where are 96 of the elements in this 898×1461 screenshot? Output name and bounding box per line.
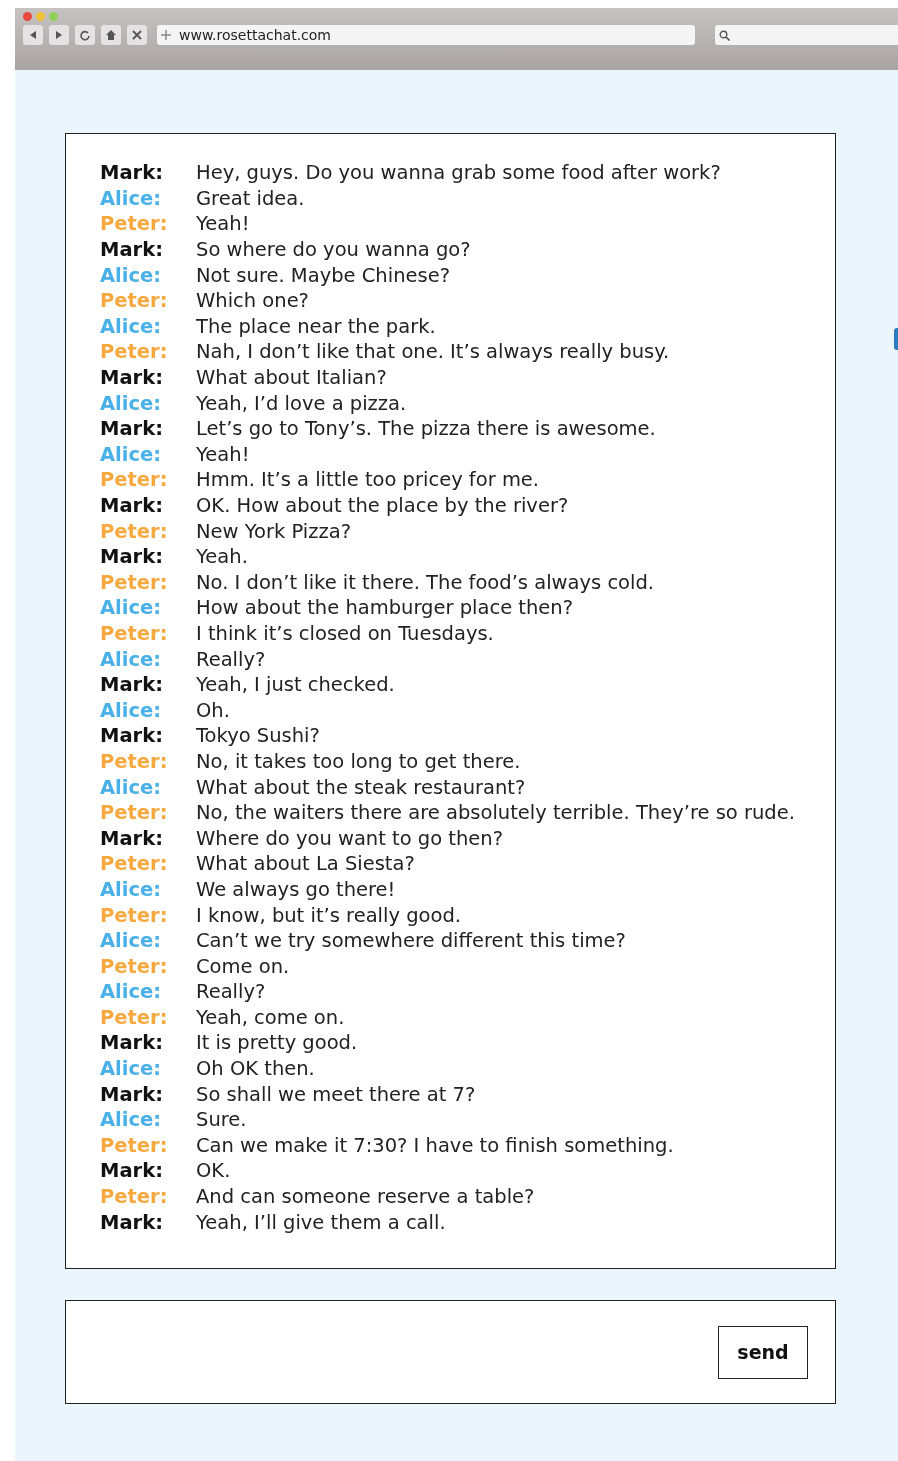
search-icon [719, 29, 730, 41]
forward-icon[interactable] [49, 25, 69, 45]
speaker-name: Alice: [100, 1108, 163, 1132]
speaker-name: Mark: [100, 826, 164, 850]
message-text: No, it takes too long to get there. [196, 749, 521, 773]
message-text: Great idea. [196, 186, 305, 210]
message-text: Hmm. It’s a little too pricey for me. [196, 468, 540, 492]
message-text: Yeah, come on. [196, 1005, 345, 1029]
speaker-name: Alice: [100, 877, 163, 901]
speaker-name: Mark: [100, 1082, 164, 1106]
send-button[interactable]: send [718, 1325, 808, 1379]
message-input[interactable]: send [65, 1300, 836, 1404]
message-text: How about the hamburger place then? [196, 596, 574, 620]
speaker-name: Peter: [100, 954, 169, 978]
message-text: Oh OK then. [196, 1057, 315, 1081]
speaker-name: Alice: [100, 929, 163, 953]
message-text: Yeah! [196, 212, 250, 236]
speaker-name: Peter: [100, 1185, 169, 1209]
speaker-name: Alice: [100, 1057, 163, 1081]
message-text: Can’t we try somewhere different this time? [196, 929, 626, 953]
speaker-name: Alice: [100, 442, 163, 466]
message-text: I know, but it’s really good. [196, 903, 461, 927]
speaker-name: Mark: [100, 494, 164, 517]
speaker-name: Alice: [100, 263, 163, 287]
speaker-name: Peter: [100, 340, 169, 364]
speaker-name: Alice: [100, 596, 163, 620]
speaker-name: Peter: [100, 801, 169, 825]
speaker-name: Mark: [100, 724, 164, 748]
search-field[interactable] [715, 25, 898, 45]
speaker-name: Mark: [100, 1210, 164, 1234]
speaker-name: Mark: [100, 1159, 164, 1183]
message-text: Which one? [196, 289, 309, 313]
message-text: I think it’s closed on Tuesdays. [196, 622, 494, 645]
message-text: OK. How about the place by the river? [196, 494, 569, 517]
speaker-name: Mark: [100, 545, 164, 569]
message-text: What about the steak restaurant? [196, 775, 526, 799]
speaker-name: Peter: [100, 1133, 169, 1157]
message-text: Yeah. [196, 545, 248, 569]
message-text: Yeah, I’ll give them a call. [196, 1210, 446, 1234]
back-icon[interactable] [23, 25, 43, 45]
message-text: And can someone reserve a table? [196, 1185, 535, 1209]
close-icon[interactable] [127, 25, 147, 45]
speaker-name: Alice: [100, 775, 163, 799]
message-text: Really? [196, 647, 266, 671]
reload-icon[interactable] [75, 25, 95, 45]
message-text: Can we make it 7:30? I have to finish something. [196, 1133, 674, 1157]
message-text: Hey, guys. Do you wanna grab some food after work? [196, 161, 721, 185]
address-bar[interactable]: www.rosettachat.com [157, 25, 695, 45]
speaker-name: Mark: [100, 366, 164, 390]
speaker-name: Alice: [100, 698, 163, 722]
message-text: It is pretty good. [196, 1031, 358, 1055]
home-icon[interactable] [101, 25, 121, 45]
speaker-name: Peter: [100, 852, 169, 876]
message-text: Oh. [196, 698, 230, 722]
message-text: Let’s go to Tony’s. The pizza there is awesome. [196, 417, 656, 441]
speaker-name: Peter: [100, 212, 169, 236]
speaker-name: Alice: [100, 980, 163, 1004]
speaker-name: Peter: [100, 468, 169, 492]
speaker-name: Mark: [100, 673, 164, 697]
message-text: Nah, I don’t like that one. It’s always really busy. [196, 340, 670, 364]
message-text: OK. [196, 1159, 231, 1183]
speaker-name: Peter: [100, 1005, 169, 1029]
message-text: Come on. [196, 954, 290, 978]
message-text: No. I don’t like it there. The food’s always cold. [196, 570, 655, 594]
plus-icon [161, 30, 171, 40]
message-text: Yeah, I’d love a pizza. [196, 391, 407, 415]
speaker-name: Peter: [100, 519, 169, 543]
message-text: What about La Siesta? [196, 852, 415, 876]
speaker-name: Alice: [100, 186, 163, 210]
message-text: What about Italian? [196, 366, 387, 390]
message-text: New York Pizza? [196, 519, 351, 543]
scroll-thumb[interactable] [894, 328, 898, 350]
speaker-name: Alice: [100, 391, 163, 415]
message-text: Yeah! [196, 442, 250, 466]
speaker-name: Peter: [100, 749, 169, 773]
message-text: Tokyo Sushi? [196, 724, 320, 748]
speaker-name: Alice: [100, 647, 163, 671]
message-text: Not sure. Maybe Chinese? [196, 263, 450, 287]
message-text: Yeah, I just checked. [196, 673, 395, 697]
message-text: So shall we meet there at 7? [196, 1082, 476, 1106]
speaker-name: Mark: [100, 417, 164, 441]
speaker-name: Mark: [100, 161, 164, 185]
message-text: Really? [196, 980, 266, 1004]
speaker-name: Mark: [100, 238, 164, 262]
message-text: Where do you want to go then? [196, 826, 504, 850]
message-text: The place near the park. [196, 314, 436, 338]
message-text: Sure. [196, 1108, 247, 1132]
speaker-name: Peter: [100, 289, 169, 313]
speaker-name: Mark: [100, 1031, 164, 1055]
message-text: We always go there! [196, 877, 396, 901]
speaker-name: Peter: [100, 570, 169, 594]
message-text: So where do you wanna go? [196, 238, 471, 262]
message-text: No, the waiters there are absolutely terrible. They’re so rude. [196, 801, 795, 825]
speaker-name: Alice: [100, 314, 163, 338]
speaker-name: Peter: [100, 622, 169, 645]
speaker-name: Peter: [100, 903, 169, 927]
